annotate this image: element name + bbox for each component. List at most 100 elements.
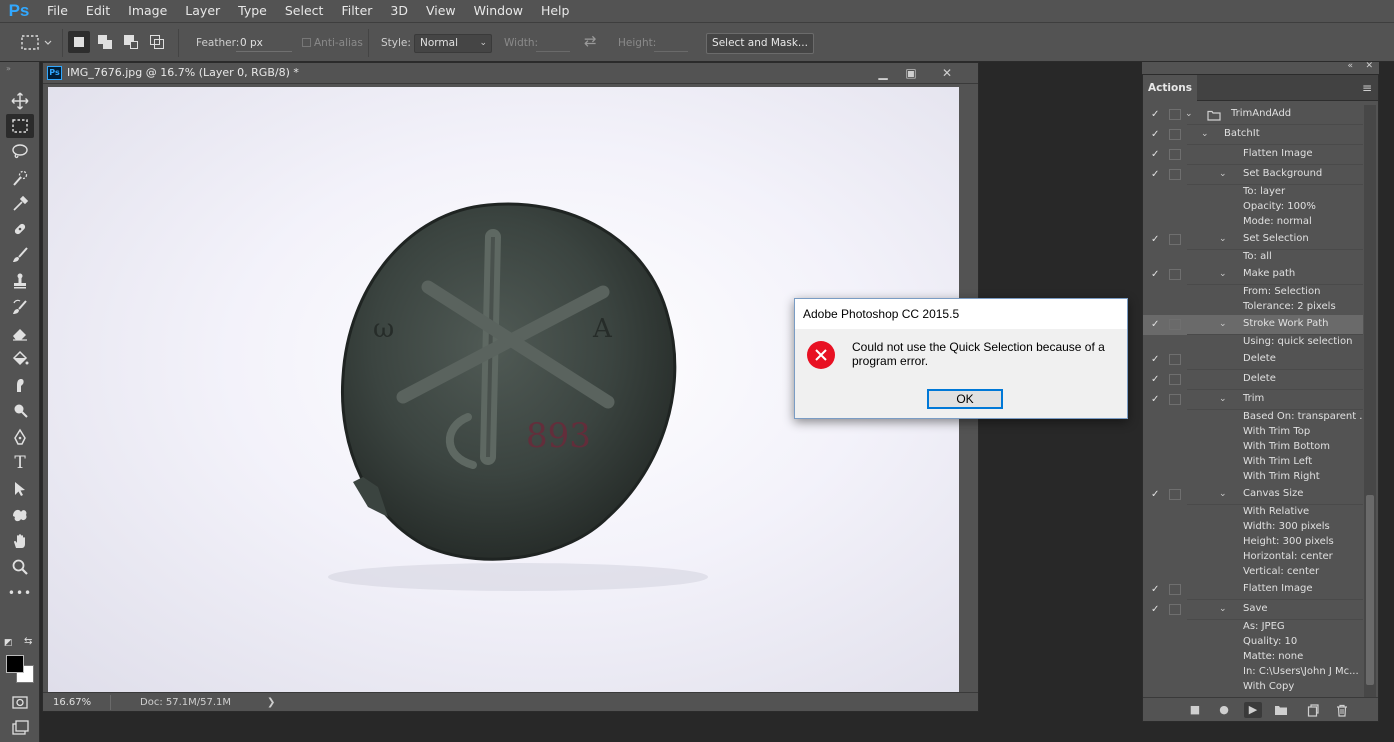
- toggle-checkmark-icon[interactable]: ✓: [1151, 109, 1159, 120]
- default-colors-icon[interactable]: ◩: [4, 638, 13, 648]
- action-parameter[interactable]: Tolerance: 2 pixels: [1143, 300, 1363, 315]
- action-step[interactable]: ✓ Flatten Image: [1143, 145, 1363, 165]
- action-parameter[interactable]: Using: quick selection: [1143, 335, 1363, 350]
- dialog-toggle-box[interactable]: [1169, 354, 1181, 365]
- paint-bucket-tool[interactable]: [6, 347, 34, 371]
- toggle-checkmark-icon[interactable]: ✓: [1151, 169, 1159, 180]
- record-button[interactable]: ●: [1215, 702, 1233, 718]
- pen-tool[interactable]: [6, 425, 34, 449]
- smudge-tool[interactable]: [6, 373, 34, 397]
- action-parameter[interactable]: With Trim Bottom: [1143, 440, 1363, 455]
- new-selection-button[interactable]: [68, 31, 90, 53]
- subtract-selection-button[interactable]: [120, 31, 142, 53]
- zoom-tool[interactable]: [6, 555, 34, 579]
- move-tool[interactable]: [6, 89, 34, 113]
- menu-image[interactable]: Image: [119, 0, 176, 22]
- action-parameter[interactable]: In: C:\Users\John J Mc...: [1143, 665, 1363, 680]
- action-step[interactable]: ✓ ⌄ Save: [1143, 600, 1363, 620]
- action-parameter[interactable]: Horizontal: center: [1143, 550, 1363, 565]
- toggle-checkmark-icon[interactable]: ✓: [1151, 269, 1159, 280]
- twirl-down-icon[interactable]: ⌄: [1219, 604, 1227, 614]
- dialog-toggle-box[interactable]: [1169, 319, 1181, 330]
- dialog-toggle-box[interactable]: [1169, 269, 1181, 280]
- screen-mode-button[interactable]: [6, 716, 34, 740]
- eyedropper-tool[interactable]: [6, 192, 34, 216]
- action-parameter[interactable]: To: layer: [1143, 185, 1363, 200]
- add-selection-button[interactable]: [94, 31, 116, 53]
- action-parameter[interactable]: As: JPEG: [1143, 620, 1363, 635]
- document-tab[interactable]: Ps IMG_7676.jpg @ 16.7% (Layer 0, RGB/8)…: [43, 63, 978, 84]
- dialog-toggle-box[interactable]: [1169, 374, 1181, 385]
- delete-action-button[interactable]: [1333, 702, 1351, 718]
- action-parameter[interactable]: With Copy: [1143, 680, 1363, 695]
- action-parameter[interactable]: From: Selection: [1143, 285, 1363, 300]
- dialog-toggle-box[interactable]: [1169, 129, 1181, 140]
- action-step[interactable]: ✓ ⌄ BatchIt: [1143, 125, 1363, 145]
- action-parameter[interactable]: Based On: transparent ...: [1143, 410, 1363, 425]
- feather-input[interactable]: 0 px: [236, 34, 292, 52]
- status-menu-arrow[interactable]: ❯: [267, 695, 275, 710]
- stop-button[interactable]: ■: [1186, 702, 1204, 718]
- brush-tool[interactable]: [6, 243, 34, 267]
- menu-type[interactable]: Type: [229, 0, 276, 22]
- action-set[interactable]: ✓ ⌄ TrimAndAdd: [1143, 105, 1363, 125]
- menu-select[interactable]: Select: [276, 0, 333, 22]
- action-step[interactable]: ✓ Delete: [1143, 370, 1363, 390]
- dialog-toggle-box[interactable]: [1169, 604, 1181, 615]
- twirl-down-icon[interactable]: ⌄: [1219, 234, 1227, 244]
- action-parameter[interactable]: Opacity: 100%: [1143, 200, 1363, 215]
- menu-window[interactable]: Window: [465, 0, 532, 22]
- dodge-tool[interactable]: [6, 399, 34, 423]
- menu-filter[interactable]: Filter: [332, 0, 381, 22]
- foreground-color-swatch[interactable]: [6, 655, 24, 673]
- quick-selection-tool[interactable]: [6, 166, 34, 190]
- action-step[interactable]: ✓ ⌄ Set Selection: [1143, 230, 1363, 250]
- toggle-checkmark-icon[interactable]: ✓: [1151, 604, 1159, 615]
- close-panel-icon[interactable]: ✕: [1365, 61, 1373, 71]
- toggle-checkmark-icon[interactable]: ✓: [1151, 129, 1159, 140]
- close-document-button[interactable]: ✕: [935, 64, 959, 82]
- new-set-button[interactable]: [1272, 702, 1290, 718]
- zoom-level-field[interactable]: 16.67%: [47, 695, 111, 710]
- actions-tab[interactable]: Actions: [1143, 75, 1197, 101]
- action-parameter[interactable]: Quality: 10: [1143, 635, 1363, 650]
- antialias-checkbox[interactable]: Anti-alias: [302, 37, 363, 49]
- path-selection-tool[interactable]: [6, 477, 34, 501]
- play-button[interactable]: ▶: [1244, 702, 1262, 718]
- twirl-down-icon[interactable]: ⌄: [1219, 489, 1227, 499]
- action-step[interactable]: ✓ Delete: [1143, 350, 1363, 370]
- rect-marquee-tool[interactable]: [6, 114, 34, 138]
- action-parameter[interactable]: To: all: [1143, 250, 1363, 265]
- new-action-button[interactable]: [1304, 702, 1322, 718]
- style-select[interactable]: Normal ⌄: [414, 34, 492, 53]
- restore-button[interactable]: ▣: [899, 64, 923, 82]
- action-step[interactable]: ✓ ⌄ Set Background: [1143, 165, 1363, 185]
- dialog-toggle-box[interactable]: [1169, 109, 1181, 120]
- toggle-checkmark-icon[interactable]: ✓: [1151, 149, 1159, 160]
- select-and-mask-button[interactable]: Select and Mask...: [706, 33, 814, 54]
- toggle-checkmark-icon[interactable]: ✓: [1151, 489, 1159, 500]
- menu-file[interactable]: File: [38, 0, 77, 22]
- menu-view[interactable]: View: [417, 0, 465, 22]
- twirl-down-icon[interactable]: ⌄: [1219, 169, 1227, 179]
- action-parameter[interactable]: Width: 300 pixels: [1143, 520, 1363, 535]
- action-step[interactable]: ✓ ⌄ Trim: [1143, 390, 1363, 410]
- menu-layer[interactable]: Layer: [176, 0, 229, 22]
- toggle-checkmark-icon[interactable]: ✓: [1151, 394, 1159, 405]
- scrollbar-thumb[interactable]: [1366, 495, 1374, 685]
- height-input[interactable]: [654, 34, 688, 52]
- action-parameter[interactable]: Vertical: center: [1143, 565, 1363, 580]
- swap-dimensions-icon[interactable]: ⇄: [584, 32, 597, 50]
- toggle-checkmark-icon[interactable]: ✓: [1151, 319, 1159, 330]
- panel-scrollbar[interactable]: [1364, 105, 1376, 697]
- ok-button[interactable]: OK: [927, 389, 1003, 409]
- dialog-toggle-box[interactable]: [1169, 149, 1181, 160]
- dialog-toggle-box[interactable]: [1169, 169, 1181, 180]
- dialog-toggle-box[interactable]: [1169, 394, 1181, 405]
- quick-mask-button[interactable]: [6, 690, 34, 714]
- tool-preset-picker[interactable]: [18, 33, 54, 53]
- action-step[interactable]: ✓ ⌄ Make path: [1143, 265, 1363, 285]
- action-parameter[interactable]: Height: 300 pixels: [1143, 535, 1363, 550]
- healing-brush-tool[interactable]: [6, 217, 34, 241]
- more-tools-button[interactable]: •••: [6, 581, 34, 605]
